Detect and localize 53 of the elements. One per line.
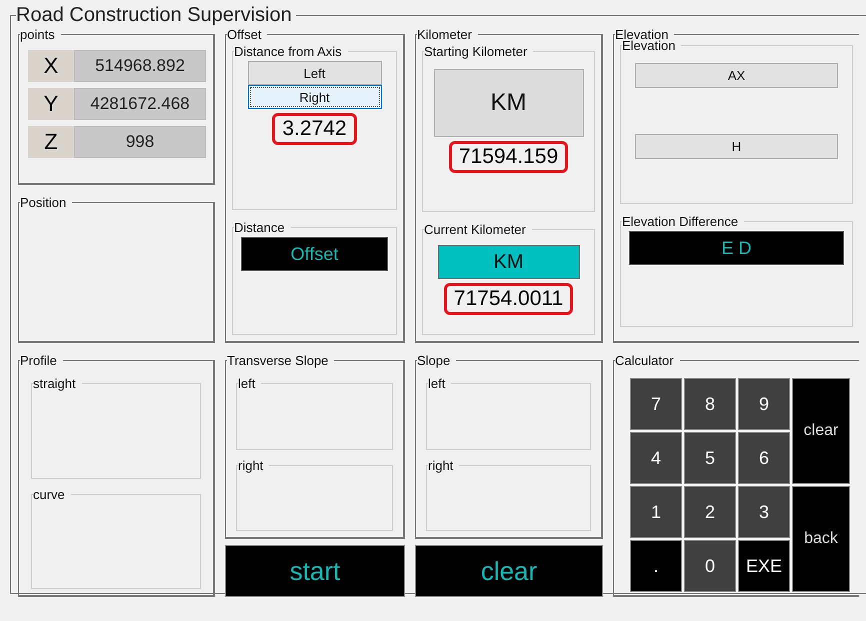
elevation-button[interactable]: H	[635, 134, 838, 159]
group-title: Kilometer	[417, 27, 473, 42]
group-title: Calculator	[615, 353, 675, 368]
coordinate-field: 998	[74, 126, 206, 158]
group-title: left	[428, 376, 446, 391]
side-button[interactable]: Right	[248, 85, 382, 109]
group-title: left	[238, 376, 256, 391]
calculator-key[interactable]: 6	[738, 432, 790, 484]
axis-label: Y	[28, 88, 74, 120]
calculator-key[interactable]: 1	[630, 486, 682, 538]
group-title: Transverse Slope	[227, 353, 330, 368]
calculator-key[interactable]: 8	[684, 378, 736, 430]
calculator-key[interactable]: 3	[738, 486, 790, 538]
group-title: Offset	[227, 27, 262, 42]
calculator-key[interactable]: 5	[684, 432, 736, 484]
coordinate-field: 514968.892	[74, 50, 206, 82]
group-title: curve	[33, 486, 66, 502]
group-title: Position	[20, 195, 68, 210]
group-title: right	[238, 458, 264, 472]
elevation-button[interactable]: AX	[635, 63, 838, 88]
group-title: points	[20, 27, 56, 42]
kilometer-value: 71754.0011	[444, 283, 574, 315]
calculator-key[interactable]: EXE	[738, 540, 790, 592]
start-button[interactable]: start	[225, 545, 405, 597]
calculator-key[interactable]: .	[630, 540, 682, 592]
calculator-key[interactable]: 0	[684, 540, 736, 592]
group-title: Profile	[20, 353, 58, 368]
km-button[interactable]: KM	[438, 245, 580, 279]
group-title: Current Kilometer	[424, 222, 527, 237]
calculator-key[interactable]: back	[792, 486, 850, 592]
group-title: right	[428, 458, 454, 472]
calculator-key[interactable]: 9	[738, 378, 790, 430]
axis-label: X	[28, 50, 74, 82]
calculator-key[interactable]: 4	[630, 432, 682, 484]
group-title: Distance	[234, 220, 286, 235]
side-button[interactable]: Left	[248, 61, 382, 85]
group-title: straight	[33, 376, 77, 391]
window-title: Road Construction Supervision	[16, 4, 293, 27]
axis-label: Z	[28, 126, 74, 158]
calculator-key[interactable]: 7	[630, 378, 682, 430]
offset-value: 3.2742	[272, 113, 357, 145]
group-title: Elevation Difference	[622, 214, 740, 229]
offset-display: Offset	[241, 237, 388, 271]
calculator-key[interactable]: clear	[792, 378, 850, 484]
km-button[interactable]: KM	[434, 69, 584, 137]
calculator-key[interactable]: 2	[684, 486, 736, 538]
group-title: Starting Kilometer	[424, 44, 528, 59]
group-title: Distance from Axis	[234, 44, 343, 59]
elevation-difference-display: E D	[629, 231, 844, 265]
coordinate-field: 4281672.468	[74, 88, 206, 120]
group-title: Slope	[417, 353, 452, 368]
kilometer-value: 71594.159	[448, 141, 568, 173]
clear-button[interactable]: clear	[415, 545, 603, 597]
